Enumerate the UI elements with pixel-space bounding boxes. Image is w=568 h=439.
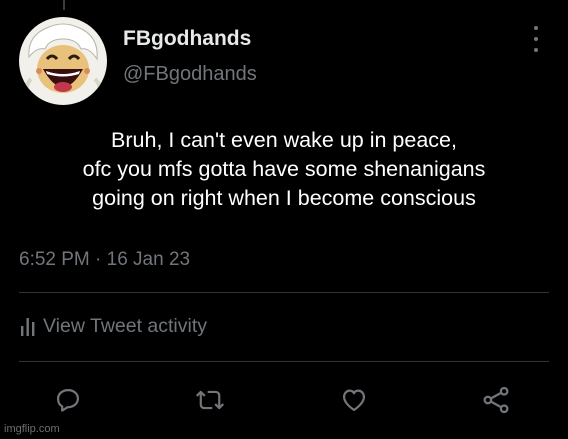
watermark: imgflip.com [4, 423, 60, 435]
action-bar [52, 384, 520, 420]
reply-icon [56, 388, 80, 412]
tweet-text: Bruh, I can't even wake up in peace, ofc… [0, 126, 568, 213]
bar-chart-icon [21, 317, 35, 336]
retweet-button[interactable] [194, 384, 226, 416]
timestamp[interactable]: 6:52 PM · 16 Jan 23 [19, 249, 190, 271]
tweet-text-line: Bruh, I can't even wake up in peace, [111, 128, 457, 152]
more-dot [534, 37, 538, 41]
heart-icon [342, 389, 366, 412]
retweet-icon [195, 390, 225, 410]
divider [19, 292, 549, 293]
more-vertical-icon[interactable] [526, 26, 546, 52]
view-tweet-activity-link[interactable]: View Tweet activity [21, 315, 207, 338]
tweet-text-line: ofc you mfs gotta have some shenanigans [82, 157, 486, 181]
reply-button[interactable] [52, 384, 84, 416]
more-dot [534, 48, 538, 52]
avatar[interactable] [19, 17, 107, 105]
share-icon [483, 386, 509, 414]
more-dot [534, 26, 538, 30]
tweet-text-line: going on right when I become conscious [92, 186, 476, 210]
like-button[interactable] [338, 384, 370, 416]
thread-line [63, 0, 65, 10]
divider [19, 361, 549, 362]
activity-label: View Tweet activity [43, 315, 208, 337]
handle[interactable]: @FBgodhands [123, 63, 257, 86]
avatar-image [19, 17, 107, 105]
share-button[interactable] [480, 384, 512, 416]
display-name[interactable]: FBgodhands [123, 27, 251, 51]
